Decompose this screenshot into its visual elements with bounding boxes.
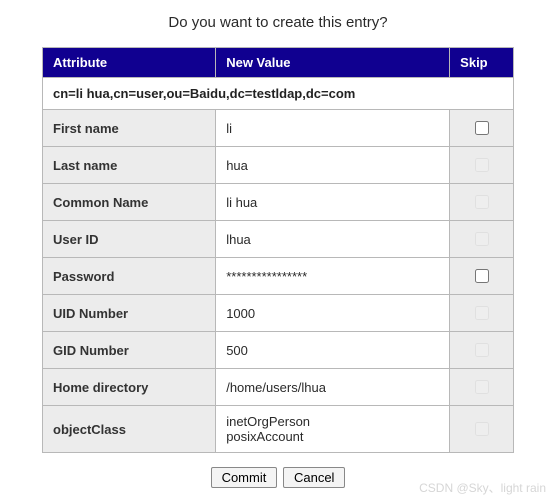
value-cell: inetOrgPerson posixAccount <box>216 406 450 453</box>
attr-cell: Last name <box>43 147 216 184</box>
value-cell: 500 <box>216 332 450 369</box>
skip-checkbox[interactable] <box>475 121 489 135</box>
col-skip: Skip <box>450 48 514 78</box>
attr-cell: objectClass <box>43 406 216 453</box>
skip-cell <box>450 184 514 221</box>
skip-checkbox <box>475 422 489 436</box>
attr-cell: Common Name <box>43 184 216 221</box>
value-cell: lhua <box>216 221 450 258</box>
skip-cell <box>450 147 514 184</box>
skip-cell <box>450 406 514 453</box>
cancel-button[interactable]: Cancel <box>283 467 345 488</box>
attr-cell: GID Number <box>43 332 216 369</box>
value-cell: **************** <box>216 258 450 295</box>
skip-cell <box>450 110 514 147</box>
col-attribute: Attribute <box>43 48 216 78</box>
skip-checkbox <box>475 158 489 172</box>
value-cell: /home/users/lhua <box>216 369 450 406</box>
table-row: First nameli <box>43 110 514 147</box>
attr-cell: UID Number <box>43 295 216 332</box>
skip-checkbox <box>475 343 489 357</box>
col-new-value: New Value <box>216 48 450 78</box>
entry-dn: cn=li hua,cn=user,ou=Baidu,dc=testldap,d… <box>43 78 514 110</box>
table-row: Last namehua <box>43 147 514 184</box>
table-row: Home directory/home/users/lhua <box>43 369 514 406</box>
skip-checkbox <box>475 232 489 246</box>
table-row: GID Number500 <box>43 332 514 369</box>
value-cell: li <box>216 110 450 147</box>
attr-cell: First name <box>43 110 216 147</box>
skip-cell <box>450 221 514 258</box>
skip-checkbox[interactable] <box>475 269 489 283</box>
value-cell: li hua <box>216 184 450 221</box>
table-row: objectClassinetOrgPerson posixAccount <box>43 406 514 453</box>
skip-cell <box>450 332 514 369</box>
button-row: Commit Cancel <box>0 467 556 488</box>
table-row: Password**************** <box>43 258 514 295</box>
skip-cell <box>450 295 514 332</box>
skip-cell <box>450 369 514 406</box>
entry-table: Attribute New Value Skip cn=li hua,cn=us… <box>42 47 514 453</box>
value-cell: 1000 <box>216 295 450 332</box>
page-title: Do you want to create this entry? <box>0 14 556 31</box>
attr-cell: Password <box>43 258 216 295</box>
commit-button[interactable]: Commit <box>211 467 278 488</box>
skip-checkbox <box>475 306 489 320</box>
attr-cell: User ID <box>43 221 216 258</box>
table-row: UID Number1000 <box>43 295 514 332</box>
value-cell: hua <box>216 147 450 184</box>
attr-cell: Home directory <box>43 369 216 406</box>
skip-checkbox <box>475 195 489 209</box>
skip-cell <box>450 258 514 295</box>
table-row: User IDlhua <box>43 221 514 258</box>
skip-checkbox <box>475 380 489 394</box>
table-row: Common Nameli hua <box>43 184 514 221</box>
